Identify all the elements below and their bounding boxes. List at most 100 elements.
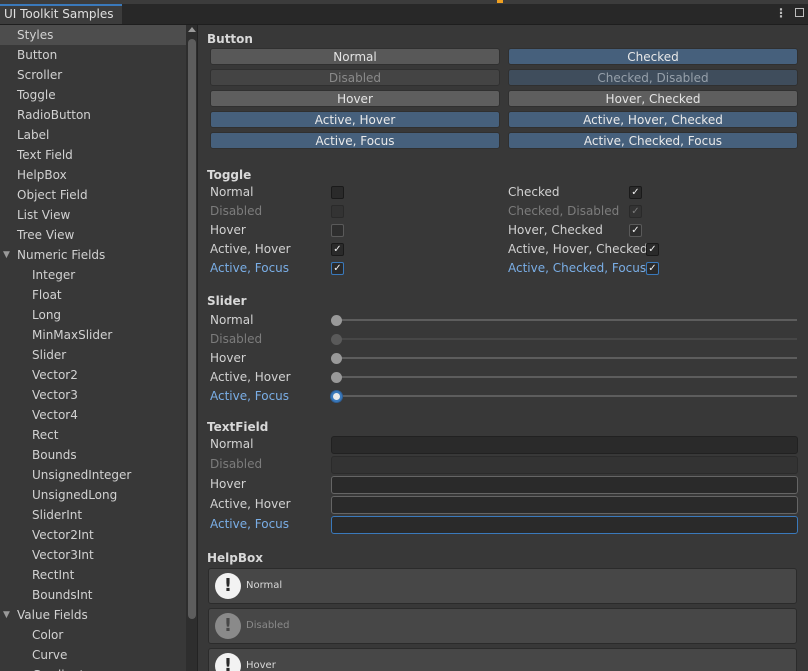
window-tab[interactable]: UI Toolkit Samples [0,4,122,24]
expand-arrow-icon[interactable]: ▼ [3,605,10,625]
helpbox-hover: ! Hover [208,648,797,671]
sidebar-item-button[interactable]: Button [0,45,197,65]
toggle-checkbox-active-hover[interactable]: ✓ [331,243,344,256]
sidebar-item-helpbox[interactable]: HelpBox [0,165,197,185]
textfield-label: Disabled [210,457,263,471]
sidebar-item-scroller[interactable]: Scroller [0,65,197,85]
sidebar-item-value-fields[interactable]: ▼ Value Fields [0,605,197,625]
toggle-checkbox-normal[interactable] [331,186,344,199]
sidebar-item-vector2int[interactable]: Vector2Int [0,525,197,545]
helpbox-message: Disabled [246,620,290,631]
sidebar-item-sliderint[interactable]: SliderInt [0,505,197,525]
sidebar-item-radiobutton[interactable]: RadioButton [0,105,197,125]
toggle-label: Hover, Checked [508,223,603,237]
sidebar-item-label: Button [17,48,58,62]
sidebar-item-vector2[interactable]: Vector2 [0,365,197,385]
sidebar-list: Styles Button Scroller Toggle RadioButton Lab… [0,25,197,671]
sidebar-item-label: Tree View [17,228,75,242]
button-hover[interactable]: Hover [210,90,500,107]
sidebar: Styles Button Scroller Toggle RadioButton Lab… [0,25,198,671]
slider-label: Disabled [210,332,263,346]
sidebar-item-numeric-fields[interactable]: ▼ Numeric Fields [0,245,197,265]
sidebar-item-list-view[interactable]: List View [0,205,197,225]
button-active-checked-focus[interactable]: Active, Checked, Focus [508,132,798,149]
slider-handle[interactable] [331,391,342,402]
slider-track-normal[interactable] [336,319,797,321]
sidebar-item-text-field[interactable]: Text Field [0,145,197,165]
toggle-checkbox-active-hover-checked[interactable]: ✓ [646,243,659,256]
slider-track-hover[interactable] [336,357,797,359]
slider-track-active-hover[interactable] [336,376,797,378]
slider-handle[interactable] [331,372,342,383]
sidebar-item-label: List View [17,208,71,222]
sidebar-item-unsignedlong[interactable]: UnsignedLong [0,485,197,505]
expand-arrow-icon[interactable]: ▼ [3,245,10,265]
sidebar-item-label[interactable]: Label [0,125,197,145]
sidebar-item-label: Scroller [17,68,63,82]
button-hover-checked[interactable]: Hover, Checked [508,90,798,107]
sidebar-item-label: RadioButton [17,108,91,122]
sidebar-item-color[interactable]: Color [0,625,197,645]
sidebar-item-curve[interactable]: Curve [0,645,197,665]
maximize-icon[interactable] [795,8,804,17]
helpbox-normal: ! Normal [208,568,797,604]
slider-handle[interactable] [331,315,342,326]
text-field-active-hover[interactable] [331,496,798,514]
toggle-checkbox-hover[interactable] [331,224,344,237]
button-active-hover-checked[interactable]: Active, Hover, Checked [508,111,798,128]
text-field-active-focus[interactable] [331,516,798,534]
toggle-checkbox-checked[interactable]: ✓ [629,186,642,199]
sidebar-item-label: Slider [32,348,67,362]
helpbox-section-title: HelpBox [207,551,264,565]
slider-section-title: Slider [207,294,247,308]
sidebar-item-label: HelpBox [17,168,67,182]
sidebar-item-minmaxslider[interactable]: MinMaxSlider [0,325,197,345]
sidebar-item-gradient[interactable]: Gradient [0,665,197,671]
sidebar-item-label: Vector2 [32,368,78,382]
sidebar-item-unsignedinteger[interactable]: UnsignedInteger [0,465,197,485]
button-checked[interactable]: Checked [508,48,798,65]
sidebar-scrollbar[interactable] [186,25,197,671]
sidebar-item-vector3[interactable]: Vector3 [0,385,197,405]
sidebar-item-rect[interactable]: Rect [0,425,197,445]
sidebar-item-integer[interactable]: Integer [0,265,197,285]
toggle-label: Active, Focus [210,261,290,275]
sidebar-item-rectint[interactable]: RectInt [0,565,197,585]
sidebar-item-bounds[interactable]: Bounds [0,445,197,465]
sidebar-item-float[interactable]: Float [0,285,197,305]
sidebar-item-boundsint[interactable]: BoundsInt [0,585,197,605]
sidebar-item-label: Vector4 [32,408,78,422]
sidebar-item-tree-view[interactable]: Tree View [0,225,197,245]
sidebar-item-vector3int[interactable]: Vector3Int [0,545,197,565]
slider-handle[interactable] [331,353,342,364]
sidebar-item-object-field[interactable]: Object Field [0,185,197,205]
scrollbar-thumb[interactable] [188,39,196,619]
sidebar-item-toggle[interactable]: Toggle [0,85,197,105]
slider-label: Hover [210,351,246,365]
toggle-checkbox-hover-checked[interactable]: ✓ [629,224,642,237]
button-active-focus[interactable]: Active, Focus [210,132,500,149]
button-active-hover[interactable]: Active, Hover [210,111,500,128]
sidebar-item-long[interactable]: Long [0,305,197,325]
button-section-title: Button [207,32,253,46]
sidebar-item-label: Color [32,628,64,642]
toggle-label: Checked [508,185,560,199]
slider-track-disabled [336,338,797,340]
more-options-icon[interactable]: ⋮ [775,6,787,20]
textfield-section-title: TextField [207,420,269,434]
main-panel: Button Toggle Slider TextField HelpBox N… [199,25,808,671]
toggle-checkbox-active-checked-focus[interactable]: ✓ [646,262,659,275]
sidebar-item-styles[interactable]: Styles [0,25,197,45]
text-field-normal[interactable] [331,436,798,454]
sidebar-item-vector4[interactable]: Vector4 [0,405,197,425]
sidebar-item-label: Curve [32,648,68,662]
toggle-checkbox-active-focus[interactable]: ✓ [331,262,344,275]
warning-icon: ! [215,573,241,599]
slider-track-active-focus[interactable] [336,395,797,397]
textfield-label: Normal [210,437,254,451]
sidebar-item-slider[interactable]: Slider [0,345,197,365]
button-normal[interactable]: Normal [210,48,500,65]
text-field-hover[interactable] [331,476,798,494]
scroll-up-icon[interactable] [188,27,196,32]
toggle-checkbox-disabled [331,205,344,218]
